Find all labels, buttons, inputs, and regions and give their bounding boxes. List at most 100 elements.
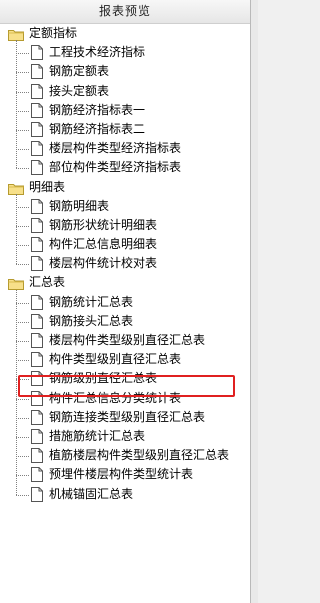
tree-report-item[interactable]: 钢筋统计汇总表 [0, 293, 250, 312]
document-icon [31, 237, 43, 253]
tree-connector [16, 398, 29, 400]
panel-title: 报表预览 [0, 0, 250, 24]
tree-report-item[interactable]: 机械锚固汇总表 [0, 485, 250, 504]
tree-connector [16, 168, 29, 170]
tree-report-item[interactable]: 钢筋经济指标表一 [0, 101, 250, 120]
document-icon [31, 121, 43, 137]
tree-group-label: 定额指标 [29, 26, 78, 40]
document-icon [31, 467, 43, 483]
tree-report-label: 钢筋明细表 [49, 198, 110, 213]
document-icon [31, 390, 43, 406]
tree-report-item[interactable]: 楼层构件类型经济指标表 [0, 139, 250, 158]
folder-icon [8, 182, 24, 195]
tree-report-item[interactable]: 接头定额表 [0, 82, 250, 101]
tree-report-label: 植筋楼层构件类型级别直径汇总表 [49, 448, 230, 463]
tree-report-item[interactable]: 措施筋统计汇总表 [0, 427, 250, 446]
document-icon [31, 160, 43, 176]
tree-report-item[interactable]: 构件类型级别直径汇总表 [0, 350, 250, 369]
tree-report-item[interactable]: 预埋件楼层构件类型统计表 [0, 465, 250, 484]
tree-report-item[interactable]: 钢筋形状统计明细表 [0, 216, 250, 235]
document-icon [31, 83, 43, 99]
tree-connector [16, 341, 29, 342]
tree-report-label: 钢筋接头汇总表 [49, 313, 134, 328]
tree-report-label: 措施筋统计汇总表 [49, 428, 146, 443]
tree-report-label: 楼层构件类型经济指标表 [49, 141, 182, 156]
tree-connector [16, 110, 29, 112]
tree-report-label: 构件汇总信息明细表 [49, 237, 158, 252]
tree-report-item[interactable]: 楼层构件类型级别直径汇总表 [0, 331, 250, 350]
tree-report-label: 楼层构件类型级别直径汇总表 [49, 333, 206, 347]
document-icon [31, 102, 43, 118]
tree-report-label: 钢筋连接类型级别直径汇总表 [49, 409, 206, 424]
tree-report-label: 机械锚固汇总表 [49, 486, 134, 501]
tree-group-2[interactable]: 明细表 [0, 178, 250, 197]
document-icon [31, 313, 43, 329]
tree-connector [16, 456, 29, 458]
tree-report-label: 楼层构件统计校对表 [49, 256, 158, 271]
tree-report-label: 构件汇总信息分类统计表 [49, 390, 182, 405]
document-icon [31, 64, 43, 80]
document-icon [31, 45, 43, 61]
tree-connector [16, 475, 29, 477]
tree-report-label: 接头定额表 [49, 83, 110, 98]
document-icon [31, 333, 43, 348]
document-icon [31, 352, 43, 368]
tree-connector [16, 206, 29, 208]
tree-report-label: 工程技术经济指标 [49, 45, 146, 60]
document-icon [31, 141, 43, 157]
tree-report-item[interactable]: 钢筋明细表 [0, 197, 250, 216]
document-icon [31, 486, 43, 502]
tree-connector [16, 264, 29, 266]
report-preview-panel: 报表预览 定额指标工程技术经济指标 钢筋定额表接头定额表钢筋经济指标表一 钢筋经济指… [0, 0, 251, 603]
folder-icon [8, 28, 24, 41]
tree-group-3[interactable]: 汇总表 [0, 273, 250, 292]
tree-report-item[interactable]: 楼层构件统计校对表 [0, 254, 250, 273]
tree-report-item[interactable]: 钢筋经济指标表二 [0, 120, 250, 139]
tree-report-label: 钢筋经济指标表二 [49, 121, 146, 136]
tree-report-item[interactable]: 构件汇总信息分类统计表 [0, 389, 250, 408]
tree-report-label: 钢筋形状统计明细表 [49, 217, 158, 232]
tree-group-label: 汇总表 [29, 275, 66, 290]
tree-group-1[interactable]: 定额指标 [0, 24, 250, 43]
tree-report-item[interactable]: 钢筋连接类型级别直径汇总表 [0, 408, 250, 427]
tree-report-item[interactable]: 工程技术经济指标 [0, 43, 250, 62]
tree-report-item[interactable]: 钢筋接头汇总表 [0, 312, 250, 331]
tree-connector [16, 129, 29, 131]
tree-connector [16, 494, 29, 496]
tree-report-label: 钢筋经济指标表一 [49, 102, 146, 117]
document-icon [31, 371, 43, 387]
tree-report-item[interactable]: 部位构件类型经济指标表 [0, 158, 250, 177]
tree-report-item[interactable]: 构件汇总信息明细表 [0, 235, 250, 254]
tree-connector [16, 321, 29, 323]
document-icon [31, 198, 43, 214]
tree-report-item[interactable]: 钢筋级别直径汇总表 [0, 369, 250, 388]
folder-icon [8, 277, 24, 291]
document-icon [31, 217, 43, 233]
document-icon [31, 448, 43, 464]
tree-connector [16, 53, 29, 55]
tree-report-label: 预埋件楼层构件类型统计表 [49, 467, 194, 482]
tree-connector [16, 72, 29, 74]
tree-group-label: 明细表 [29, 179, 66, 194]
tree-report-label: 钢筋级别直径汇总表 [49, 371, 158, 386]
tree-report-label: 钢筋定额表 [49, 64, 110, 79]
report-tree[interactable]: 定额指标 工程技术经济指标 钢筋定额表 接头定额表 钢筋经济指标表一 钢筋经济指标表二 楼层… [0, 24, 250, 504]
tree-connector [16, 360, 29, 362]
tree-report-item[interactable]: 钢筋定额表 [0, 62, 250, 81]
document-icon [31, 256, 43, 272]
tree-connector [16, 379, 29, 381]
document-icon [31, 409, 43, 425]
tree-connector [16, 417, 29, 419]
document-icon [31, 428, 43, 444]
tree-branch-line [16, 289, 17, 495]
tree-report-label: 构件类型级别直径汇总表 [49, 352, 182, 367]
tree-connector [16, 149, 29, 151]
tree-connector [16, 302, 29, 304]
tree-connector [16, 91, 29, 93]
tree-branch-line [16, 40, 17, 169]
tree-connector [16, 245, 29, 247]
tree-connector [16, 225, 29, 227]
panel-splitter[interactable] [251, 0, 258, 603]
tree-report-item[interactable]: 植筋楼层构件类型级别直径汇总表 [0, 446, 250, 465]
tree-report-label: 钢筋统计汇总表 [49, 294, 134, 309]
